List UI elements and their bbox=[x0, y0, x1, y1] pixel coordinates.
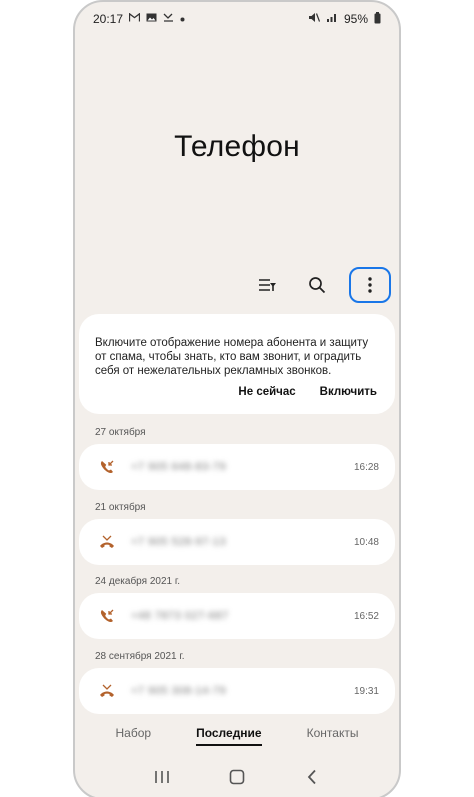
home-icon[interactable] bbox=[223, 764, 251, 790]
status-bar: 20:17 95% bbox=[93, 8, 381, 30]
dot-icon bbox=[180, 13, 185, 25]
date-header: 28 сентября 2021 г. bbox=[95, 651, 185, 662]
call-log-row[interactable]: +7 905 648-83-79 16:28 bbox=[79, 444, 395, 490]
toolbar bbox=[249, 267, 391, 303]
back-icon[interactable] bbox=[298, 764, 326, 790]
gmail-icon bbox=[128, 12, 141, 25]
tab-contacts[interactable]: Контакты bbox=[307, 726, 359, 740]
date-header: 27 октября bbox=[95, 427, 146, 438]
search-icon[interactable] bbox=[299, 267, 335, 303]
incoming-call-icon bbox=[97, 606, 117, 626]
call-time: 10:48 bbox=[353, 536, 379, 548]
enable-button[interactable]: Включить bbox=[320, 386, 377, 398]
call-log-row[interactable]: +7 905 528-97-13 10:48 bbox=[79, 519, 395, 565]
system-nav-bar bbox=[75, 764, 399, 790]
bottom-tabs: Набор Последние Контакты bbox=[75, 720, 399, 746]
incoming-call-icon bbox=[97, 457, 117, 477]
app-title: Телефон bbox=[174, 130, 300, 163]
tab-keypad[interactable]: Набор bbox=[116, 726, 152, 740]
missed-call-icon bbox=[97, 681, 117, 701]
call-log-row[interactable]: +7 905 308-14-79 19:31 bbox=[79, 668, 395, 714]
call-number: +7 905 308-14-79 bbox=[131, 685, 227, 697]
call-log-row[interactable]: +48 7873 027-687 16:52 bbox=[79, 593, 395, 639]
phone-frame: 20:17 95% Телефон Включите отображение н… bbox=[73, 0, 401, 797]
call-time: 19:31 bbox=[353, 685, 379, 697]
call-number: +7 905 648-83-79 bbox=[131, 461, 227, 473]
gallery-icon bbox=[146, 13, 157, 25]
date-header: 24 декабря 2021 г. bbox=[95, 576, 181, 587]
more-options-icon[interactable] bbox=[349, 267, 391, 303]
status-left: 20:17 bbox=[93, 12, 185, 26]
missed-call-icon bbox=[97, 532, 117, 552]
banner-text: Включите отображение номера абонента и з… bbox=[95, 337, 369, 377]
signal-icon bbox=[326, 12, 338, 26]
mute-icon bbox=[308, 12, 321, 26]
caller-id-banner: Включите отображение номера абонента и з… bbox=[79, 314, 395, 414]
banner-actions: Не сейчас Включить bbox=[238, 386, 377, 398]
call-time: 16:28 bbox=[353, 461, 379, 473]
call-number: +7 905 528-97-13 bbox=[131, 536, 227, 548]
missed-call-icon bbox=[163, 13, 174, 25]
recent-apps-icon[interactable] bbox=[148, 764, 176, 790]
call-number: +48 7873 027-687 bbox=[131, 610, 229, 622]
status-time: 20:17 bbox=[93, 12, 124, 26]
not-now-button[interactable]: Не сейчас bbox=[238, 386, 295, 398]
filter-icon[interactable] bbox=[249, 267, 285, 303]
battery-icon bbox=[374, 11, 381, 27]
battery-text: 95% bbox=[343, 12, 368, 26]
status-right: 95% bbox=[308, 11, 381, 27]
tab-recents[interactable]: Последние bbox=[196, 726, 262, 746]
call-time: 16:52 bbox=[353, 610, 379, 622]
date-header: 21 октября bbox=[95, 502, 146, 513]
